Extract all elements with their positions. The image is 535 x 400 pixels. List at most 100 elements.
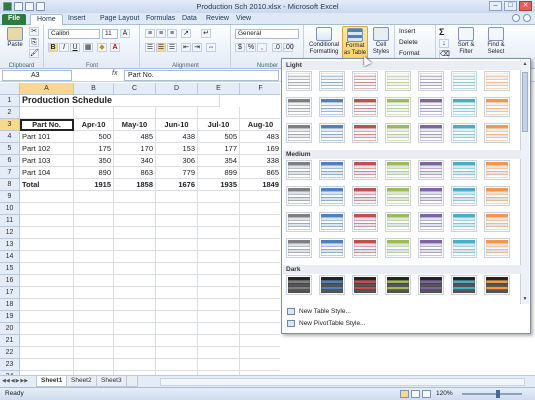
row-header[interactable]: 5 bbox=[0, 143, 20, 155]
cell[interactable] bbox=[20, 239, 74, 251]
cell[interactable] bbox=[20, 359, 74, 371]
table-style-swatch[interactable] bbox=[352, 160, 378, 180]
increase-decimal-icon[interactable]: .0 bbox=[272, 43, 282, 52]
table-style-swatch[interactable] bbox=[352, 186, 378, 206]
cell[interactable] bbox=[20, 335, 74, 347]
table-style-swatch[interactable] bbox=[352, 97, 378, 117]
close-button[interactable]: ✕ bbox=[519, 1, 532, 11]
data-cell[interactable]: 175 bbox=[74, 143, 114, 155]
cell[interactable] bbox=[20, 299, 74, 311]
cell[interactable] bbox=[74, 359, 114, 371]
zoom-level[interactable]: 120% bbox=[436, 388, 453, 400]
table-style-swatch[interactable] bbox=[385, 71, 411, 91]
table-style-swatch[interactable] bbox=[319, 238, 345, 258]
copy-icon[interactable]: ⎘ bbox=[29, 38, 39, 47]
cell[interactable] bbox=[156, 323, 198, 335]
cell[interactable] bbox=[240, 347, 280, 359]
table-style-swatch[interactable] bbox=[418, 212, 444, 232]
table-style-swatch[interactable] bbox=[286, 238, 312, 258]
sheet-title-cell[interactable]: Production Schedule bbox=[20, 95, 220, 107]
data-cell[interactable]: 438 bbox=[156, 131, 198, 143]
cell[interactable] bbox=[20, 311, 74, 323]
comma-style-icon[interactable]: , bbox=[257, 43, 267, 52]
cell[interactable] bbox=[156, 347, 198, 359]
table-style-swatch[interactable] bbox=[451, 123, 477, 143]
merge-center-icon[interactable]: ⇔ bbox=[206, 43, 216, 52]
row-header[interactable]: 9 bbox=[0, 191, 20, 203]
row-header[interactable]: 14 bbox=[0, 251, 20, 263]
cell[interactable] bbox=[20, 191, 74, 203]
row-header[interactable]: 7 bbox=[0, 167, 20, 179]
cell[interactable] bbox=[74, 227, 114, 239]
cell[interactable] bbox=[198, 275, 240, 287]
zoom-slider[interactable] bbox=[462, 390, 522, 398]
insert-sheet-icon[interactable] bbox=[126, 376, 138, 387]
cell[interactable] bbox=[114, 323, 156, 335]
cell[interactable] bbox=[156, 227, 198, 239]
find-select-button[interactable]: Find & Select bbox=[483, 27, 509, 56]
table-style-swatch[interactable] bbox=[385, 275, 411, 295]
cell[interactable] bbox=[20, 215, 74, 227]
sort-filter-button[interactable]: Sort & Filter bbox=[453, 27, 479, 56]
cell[interactable] bbox=[198, 215, 240, 227]
header-cell[interactable]: Part No. bbox=[20, 119, 74, 131]
data-cell[interactable]: 500 bbox=[74, 131, 114, 143]
cell[interactable] bbox=[74, 239, 114, 251]
delete-cells-button[interactable]: Delete bbox=[399, 39, 418, 46]
cell-styles-button[interactable]: Cell Styles bbox=[369, 27, 393, 56]
cell[interactable] bbox=[198, 203, 240, 215]
column-header[interactable]: D bbox=[156, 83, 198, 95]
cell[interactable] bbox=[156, 311, 198, 323]
minimize-button[interactable]: – bbox=[489, 1, 502, 11]
row-header[interactable]: 13 bbox=[0, 239, 20, 251]
table-style-swatch[interactable] bbox=[418, 275, 444, 295]
sheet-nav-buttons[interactable]: ◀◀ ◀ ▶ ▶▶ bbox=[2, 378, 28, 384]
cell[interactable] bbox=[74, 275, 114, 287]
select-all-corner[interactable] bbox=[0, 83, 20, 95]
cell[interactable] bbox=[74, 107, 114, 119]
table-style-swatch[interactable] bbox=[484, 275, 510, 295]
row-header[interactable]: 21 bbox=[0, 335, 20, 347]
row-header[interactable]: 17 bbox=[0, 287, 20, 299]
table-style-swatch[interactable] bbox=[451, 186, 477, 206]
font-color-icon[interactable]: A bbox=[110, 43, 120, 52]
row-header[interactable]: 11 bbox=[0, 215, 20, 227]
row-header[interactable]: 20 bbox=[0, 323, 20, 335]
cell[interactable] bbox=[198, 287, 240, 299]
autosum-button[interactable]: Σ bbox=[439, 27, 444, 37]
header-cell[interactable]: Jul-10 bbox=[198, 119, 240, 131]
normal-view-icon[interactable] bbox=[400, 390, 409, 398]
total-cell[interactable]: 1849 bbox=[240, 179, 280, 191]
data-cell[interactable]: 153 bbox=[156, 143, 198, 155]
tab-page-layout[interactable]: Page Layout bbox=[94, 14, 145, 25]
data-cell[interactable]: 483 bbox=[240, 131, 280, 143]
align-middle-icon[interactable]: ≡ bbox=[156, 29, 166, 38]
table-style-swatch[interactable] bbox=[286, 212, 312, 232]
orientation-icon[interactable]: ↗ bbox=[181, 29, 191, 38]
cell[interactable] bbox=[198, 191, 240, 203]
column-header[interactable]: A bbox=[20, 83, 74, 95]
cell[interactable] bbox=[74, 215, 114, 227]
table-style-swatch[interactable] bbox=[286, 186, 312, 206]
cell[interactable] bbox=[74, 263, 114, 275]
help-icon[interactable] bbox=[523, 14, 531, 22]
cell[interactable] bbox=[114, 215, 156, 227]
page-break-view-icon[interactable] bbox=[422, 390, 431, 398]
wrap-text-icon[interactable]: ↵ bbox=[201, 29, 211, 38]
worksheet-grid[interactable]: A B C D E F 1 Production Schedule 2 3 Part No. Apr-… bbox=[0, 83, 280, 375]
table-style-swatch[interactable] bbox=[484, 123, 510, 143]
cell[interactable] bbox=[240, 335, 280, 347]
row-header[interactable]: 23 bbox=[0, 359, 20, 371]
decrease-decimal-icon[interactable]: .00 bbox=[283, 43, 294, 52]
row-header[interactable]: 8 bbox=[0, 179, 20, 191]
decrease-indent-icon[interactable]: ⇤ bbox=[181, 43, 191, 52]
data-cell[interactable]: 865 bbox=[240, 167, 280, 179]
tab-view[interactable]: View bbox=[230, 14, 257, 25]
cell[interactable] bbox=[114, 335, 156, 347]
table-style-swatch[interactable] bbox=[484, 71, 510, 91]
cell[interactable] bbox=[240, 299, 280, 311]
cell[interactable] bbox=[156, 191, 198, 203]
data-cell[interactable]: 890 bbox=[74, 167, 114, 179]
cell[interactable] bbox=[20, 251, 74, 263]
total-cell[interactable]: 1676 bbox=[156, 179, 198, 191]
